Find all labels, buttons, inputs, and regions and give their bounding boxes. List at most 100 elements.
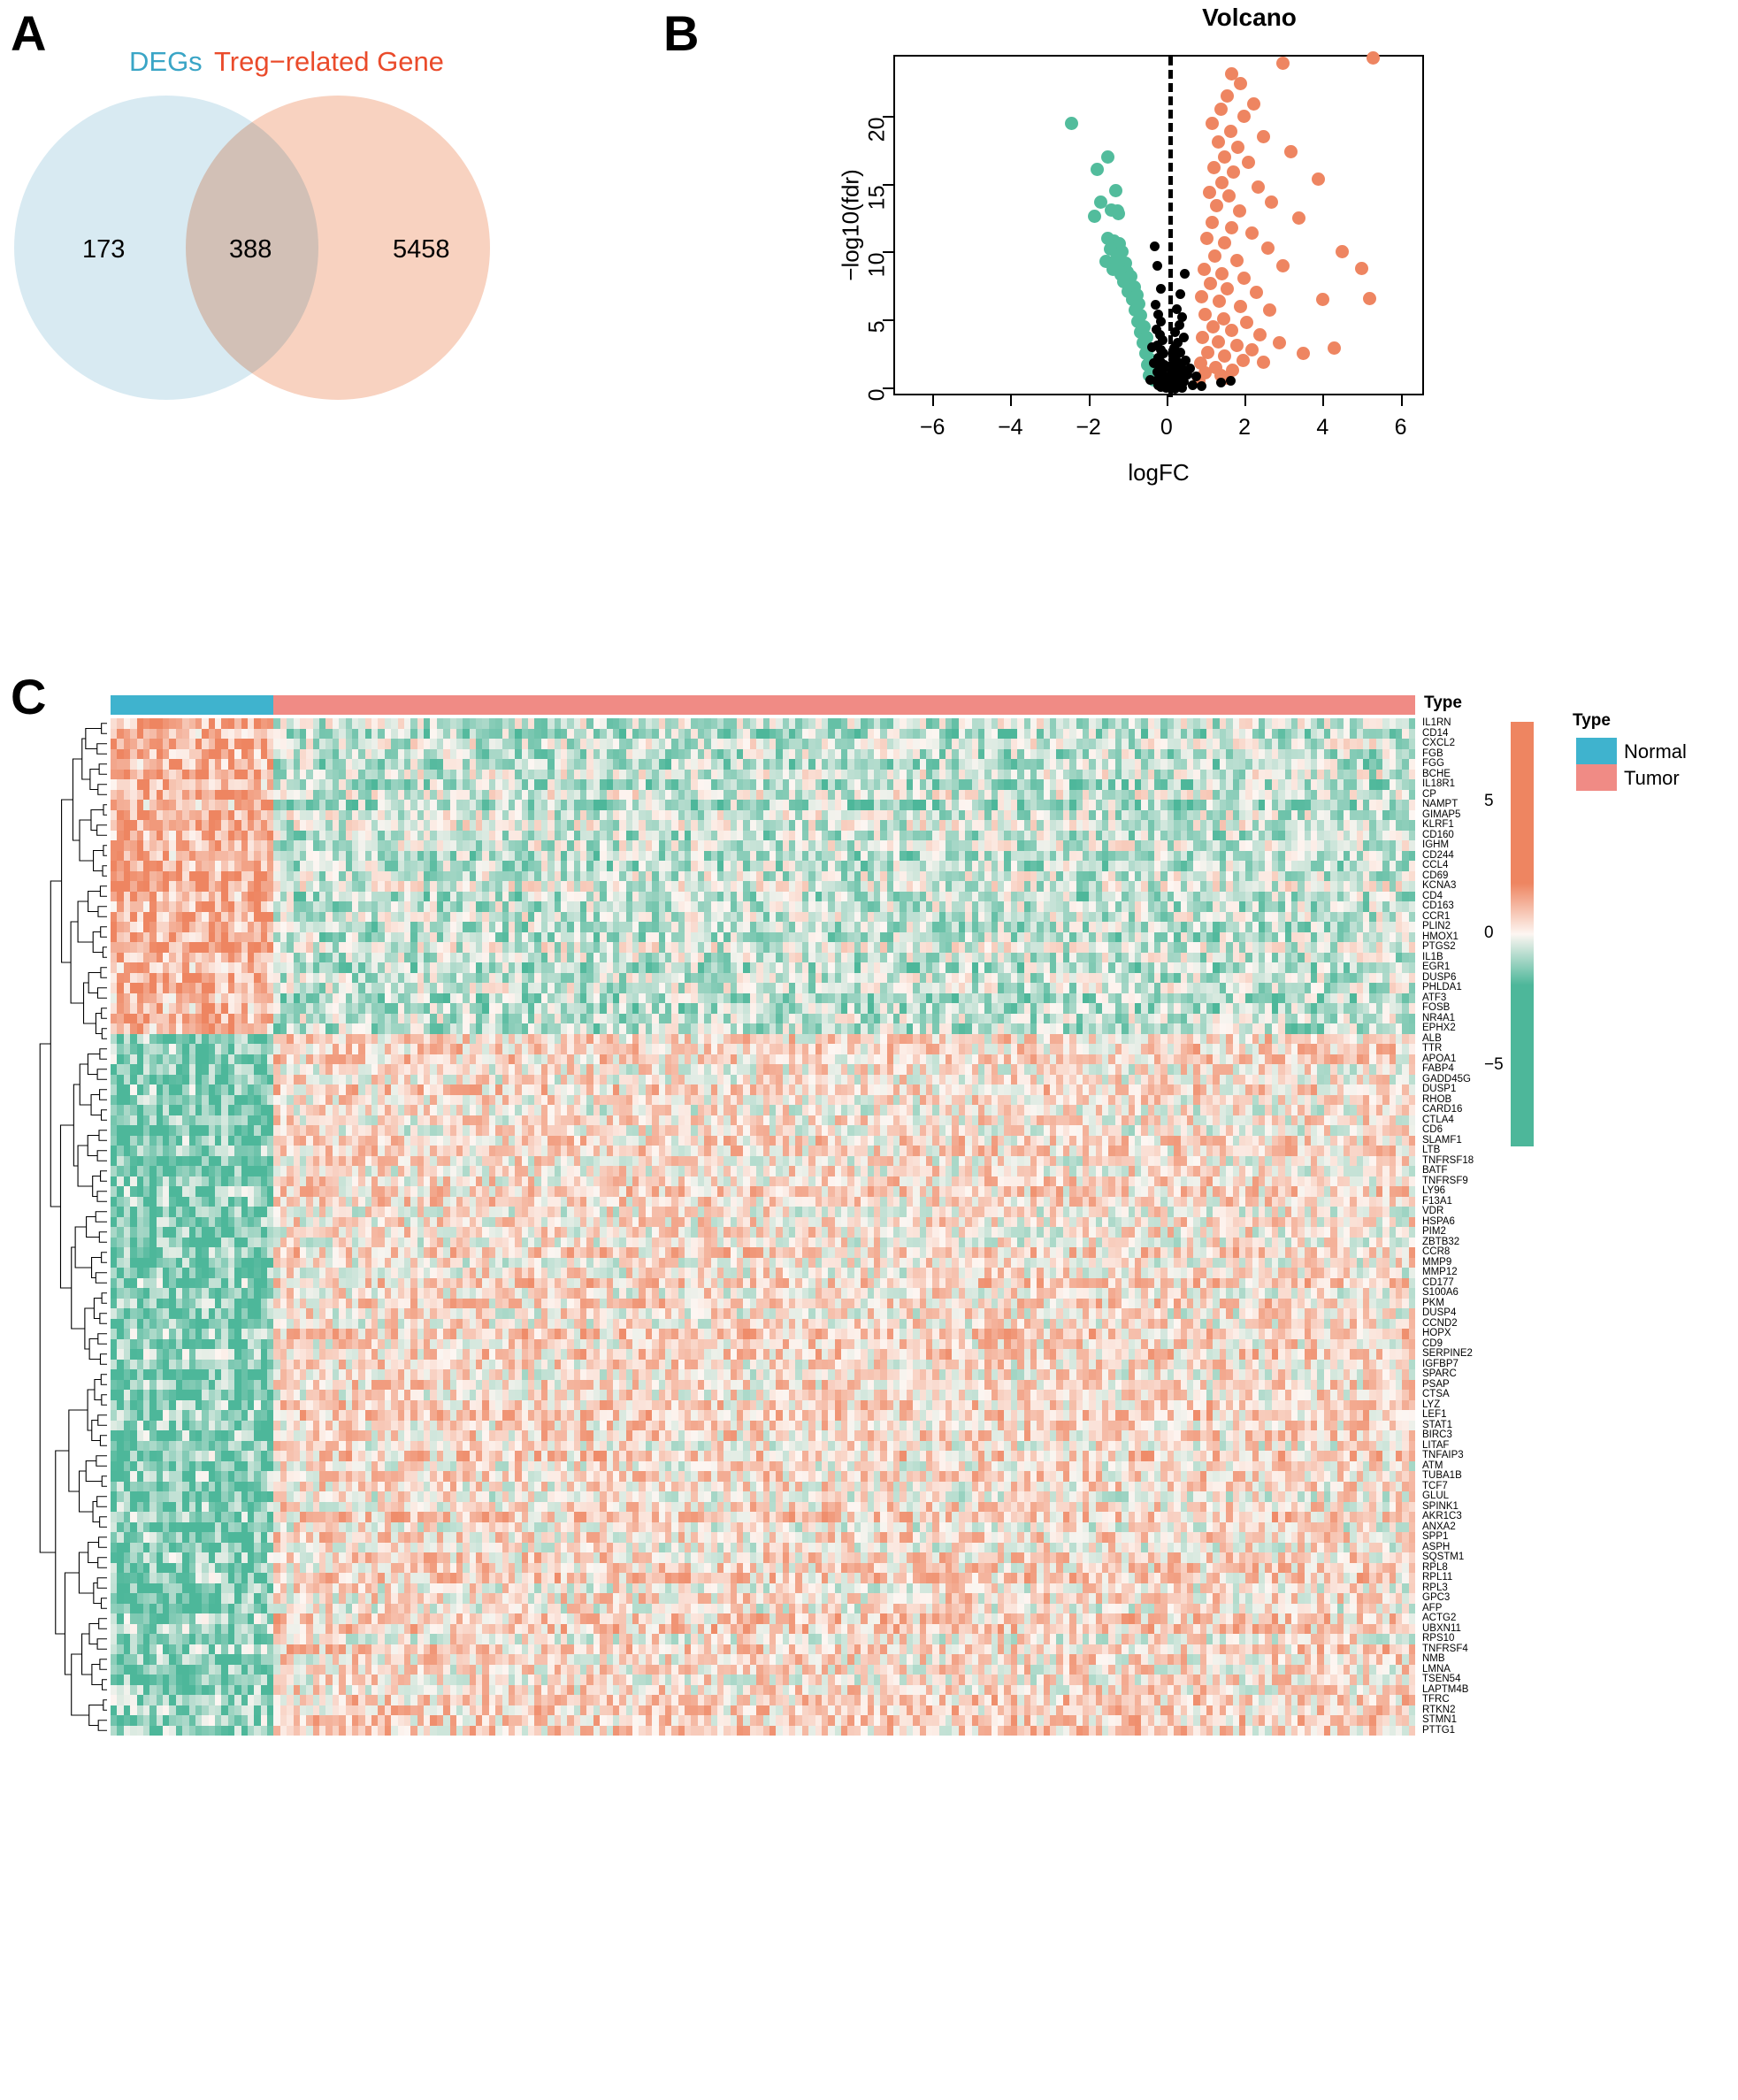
heatmap-cell [639,769,646,779]
heatmap-cell [1278,739,1285,749]
heatmap-cell [586,718,593,729]
heatmap-cell [854,739,861,749]
heatmap-cell [573,769,580,779]
heatmap-cell [782,922,789,932]
heatmap-cell [247,850,255,861]
heatmap-cell [169,870,176,881]
heatmap-cell [1122,759,1129,770]
heatmap-cell [417,870,424,881]
heatmap-cell [436,779,444,790]
heatmap-cell [664,789,672,800]
heatmap-cell [847,942,854,953]
heatmap-cell [469,759,476,770]
heatmap-cell [1114,840,1122,851]
heatmap-cell [149,820,157,831]
heatmap-cell [1213,942,1220,953]
heatmap-cell [600,728,607,739]
heatmap-cell [1290,789,1298,800]
heatmap-cell [234,728,241,739]
heatmap-cell [293,901,300,912]
heatmap-cell [724,881,731,892]
heatmap-cell [1023,759,1030,770]
heatmap-cell [678,728,685,739]
heatmap-cell [111,850,118,861]
heatmap-cell [1245,850,1252,861]
heatmap-cell [1206,870,1214,881]
heatmap-cell [339,769,346,779]
heatmap-cell [658,952,665,962]
heatmap-cell [886,891,893,901]
heatmap-cell [279,931,287,942]
heatmap-cell [886,952,893,962]
heatmap-cell [306,769,313,779]
heatmap-cell [463,881,470,892]
heatmap-cell [391,870,398,881]
heatmap-cell [312,952,319,962]
heatmap-cell [724,840,731,851]
heatmap-cell [1395,830,1403,840]
heatmap-cell [241,789,248,800]
heatmap-cell [1114,800,1122,810]
heatmap-cell [469,728,476,739]
heatmap-cell [234,739,241,749]
heatmap-cell [998,809,1005,820]
heatmap-cell [443,748,450,759]
heatmap-cell [149,850,157,861]
heatmap-cell [267,952,274,962]
heatmap-cell [1252,850,1259,861]
heatmap-cell [267,901,274,912]
heatmap-cell [521,952,528,962]
heatmap-cell [279,718,287,729]
heatmap-cell [221,901,228,912]
heatmap-cell [528,728,535,739]
heatmap-cell [430,840,437,851]
heatmap-cell [998,911,1005,922]
heatmap-cell [488,911,496,922]
heatmap-cell [267,881,274,892]
heatmap-cell [854,922,861,932]
heatmap-cell [202,891,209,901]
heatmap-cell [880,870,887,881]
heatmap-cell [900,759,907,770]
heatmap-cell [476,861,483,871]
heatmap-cell [1350,922,1357,932]
heatmap-cell [482,870,489,881]
heatmap-cell [1141,779,1148,790]
heatmap-cell [521,942,528,953]
heatmap-cell [1369,911,1376,922]
heatmap-cell [1356,759,1363,770]
heatmap-cell [227,820,235,831]
heatmap-cell [769,931,777,942]
heatmap-cell [443,718,450,729]
heatmap-cell [580,779,587,790]
heatmap-cell [873,820,881,831]
heatmap-cell [332,931,340,942]
heatmap-cell [919,891,926,901]
heatmap-cell [730,850,737,861]
heatmap-cell [652,728,659,739]
heatmap-cell [1147,779,1154,790]
heatmap-cell [652,881,659,892]
heatmap-cell [1141,922,1148,932]
heatmap-cell [1219,789,1227,800]
heatmap-cell [397,739,404,749]
heatmap-cell [632,800,639,810]
heatmap-cell [612,718,620,729]
heatmap-cell [332,922,340,932]
heatmap-cell [1004,759,1011,770]
heatmap-cell [867,952,874,962]
heatmap-cell [1160,891,1168,901]
heatmap-cell [1389,881,1396,892]
heatmap-cell [1278,759,1285,770]
heatmap-cell [580,870,587,881]
heatmap-cell [958,850,966,861]
heatmap-cell [1010,728,1018,739]
heatmap-cell [378,739,385,749]
heatmap-cell [932,779,939,790]
heatmap-cell [1323,820,1331,831]
heatmap-cell [175,748,183,759]
heatmap-cell [476,850,483,861]
heatmap-cell [573,779,580,790]
heatmap-cell [1356,779,1363,790]
heatmap-cell [1050,931,1057,942]
